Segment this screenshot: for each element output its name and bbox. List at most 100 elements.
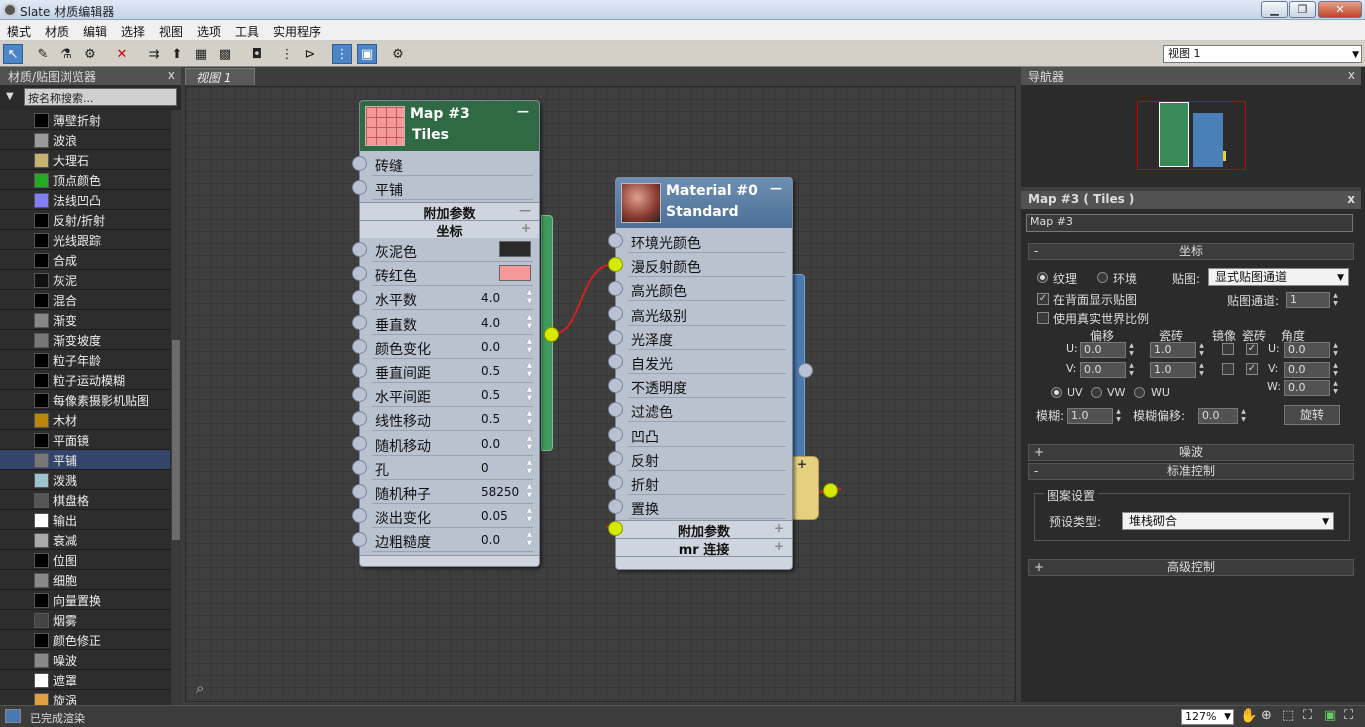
tiles-extra-section[interactable]: 附加参数 — [360,202,539,222]
map-list-item[interactable]: 木材 [0,410,170,430]
input-port[interactable] [352,156,367,171]
v-tiling-spinner[interactable]: ▲ ▼ [1197,362,1206,378]
map-list-item[interactable]: 粒子运动模糊 [0,370,170,390]
map-list-item[interactable]: 位图 [0,550,170,570]
map-list-item[interactable]: 光线跟踪 [0,230,170,250]
tiles-output-port[interactable] [544,327,559,342]
u-angle-input[interactable]: 0.0 [1284,342,1330,358]
material-extra-section-toggle[interactable]: + [774,521,784,535]
rollout-advanced-controls[interactable]: + 高级控制 [1028,559,1354,576]
tiles-param-row[interactable]: 颜色变化 0.0 ▲ ▼ [352,335,539,359]
mapping-dropdown[interactable]: 显式贴图通道 ▼ [1208,268,1349,286]
map-list-item[interactable]: 烟雾 [0,610,170,630]
input-port[interactable] [352,314,367,330]
material-slot-row[interactable]: 凹凸 [608,423,792,447]
input-port[interactable] [608,329,623,345]
rollout-standard-controls[interactable]: - 标准控制 [1028,463,1354,480]
param-value[interactable]: 0.0 [481,340,500,354]
map-list-item[interactable]: 合成 [0,250,170,270]
tiles-param-row[interactable]: 水平数 4.0 ▲ ▼ [352,286,539,311]
input-port[interactable] [352,180,367,195]
tiles-param-row[interactable]: 砖红色 [352,262,539,287]
input-port[interactable] [608,450,623,466]
param-value[interactable]: 0.5 [481,412,500,426]
move-children-icon[interactable]: ⇉ [144,44,164,64]
node-view-canvas[interactable]: ⌕ Map #3 Tiles — 砖缝 平铺 附加参数 — 坐标 + 灰泥色 砖红色 水平数 4.… [185,86,1016,702]
u-mirror-checkbox[interactable] [1222,343,1234,355]
layout-icon[interactable]: ⋮ [277,44,297,64]
browser-scrollbar[interactable] [171,110,181,707]
param-value[interactable]: 0.5 [481,388,500,402]
material-slot-row[interactable]: 反射 [608,447,792,471]
material-mr-section-toggle[interactable]: + [774,539,784,553]
browser-close-button[interactable]: x [168,68,175,82]
scrollbar-thumb[interactable] [172,340,180,540]
blur-offset-input[interactable]: 0.0 [1198,408,1238,424]
tiles-param-row[interactable]: 淡出变化 0.05 ▲ ▼ [352,504,539,529]
rollout-coordinates[interactable]: - 坐标 [1028,243,1354,260]
background-icon[interactable]: ▩ [215,44,235,64]
pan-icon[interactable]: ✋ [1240,708,1257,724]
map-list-item[interactable]: 法线凹凸 [0,190,170,210]
input-port[interactable] [352,338,367,354]
input-port[interactable] [352,484,367,499]
input-port[interactable] [608,475,623,490]
tiles-param-row[interactable]: 孔 0 ▲ ▼ [352,456,539,480]
input-port[interactable] [608,402,623,418]
map-list-item[interactable]: 波浪 [0,130,170,150]
tiles-param-row[interactable]: 灰泥色 [352,238,539,262]
material-mr-section[interactable]: mr 连接 + [616,538,792,558]
material-extra-section[interactable]: 附加参数 + [616,520,792,540]
u-tile-checkbox[interactable]: ✓ [1246,343,1258,355]
material-browser-toggle-icon[interactable]: ⋮ [332,44,352,64]
tiles-extra-section-toggle[interactable]: — [519,203,531,217]
input-port[interactable] [352,242,367,257]
map-list-item[interactable]: 平铺 [0,450,170,470]
map-list-item[interactable]: 向量置换 [0,590,170,610]
tiles-coord-section-toggle[interactable]: + [521,221,531,235]
material-slot-row[interactable]: 高光级别 [608,302,792,326]
input-port[interactable] [608,305,623,321]
zoom-region-icon[interactable]: ⬚ [1282,708,1294,723]
menu-material[interactable]: 材质 [45,23,69,40]
material-slot-row[interactable]: 置换 [608,495,792,520]
map-list-item[interactable]: 渐变坡度 [0,330,170,350]
tiles-collapse-button[interactable]: — [517,104,529,118]
map-list-item[interactable]: 噪波 [0,650,170,670]
param-value[interactable]: 0.0 [481,437,500,451]
map-list-item[interactable]: 衰减 [0,530,170,550]
tiles-node[interactable]: Map #3 Tiles — 砖缝 平铺 附加参数 — 坐标 + 灰泥色 砖红色 水平数 4.0 ▲… [352,100,540,567]
search-input[interactable]: 按名称搜索... [24,88,177,106]
texture-radio[interactable] [1037,272,1048,283]
param-value[interactable]: 58250 [481,485,519,499]
param-spinner[interactable]: ▲ ▼ [525,434,534,454]
map-list-item[interactable]: 大理石 [0,150,170,170]
param-value[interactable]: 0.5 [481,364,500,378]
search-options-icon[interactable]: ▼ [6,91,14,102]
param-spinner[interactable]: ▲ ▼ [525,409,534,429]
param-value[interactable]: 0.0 [481,533,500,547]
tiles-param-row[interactable]: 垂直间距 0.5 ▲ ▼ [352,359,539,383]
material-slot-row[interactable]: 过滤色 [608,398,792,423]
map-list-item[interactable]: 每像素摄影机贴图 [0,390,170,410]
param-spinner[interactable]: ▲ ▼ [525,361,534,381]
param-spinner[interactable]: ▲ ▼ [525,313,534,333]
tiles-slot-row[interactable]: 砖缝 [352,152,539,176]
view-dropdown[interactable]: 视图 1 ▼ [1163,45,1362,63]
map-name-input[interactable]: Map #3 [1026,214,1353,232]
zoom-extents-icon[interactable]: ⛶ [1303,708,1312,723]
blur-spinner[interactable]: ▲ ▼ [1114,408,1123,424]
tiles-param-row[interactable]: 垂直数 4.0 ▲ ▼ [352,311,539,335]
v-offset-spinner[interactable]: ▲ ▼ [1127,362,1136,378]
menu-utilities[interactable]: 实用程序 [273,23,321,40]
connection-port[interactable] [823,483,838,498]
input-port[interactable] [608,378,623,394]
brick-color-swatch[interactable] [499,265,531,282]
show-map-icon[interactable]: ▦ [191,44,211,64]
zoom-selected-icon[interactable]: ▣ [1324,708,1336,723]
material-slot-row[interactable]: 高光颜色 [608,277,792,302]
rollout-noise[interactable]: + 噪波 [1028,444,1354,461]
input-port[interactable] [352,459,367,475]
map-list-item[interactable]: 灰泥 [0,270,170,290]
input-port[interactable] [352,411,367,427]
